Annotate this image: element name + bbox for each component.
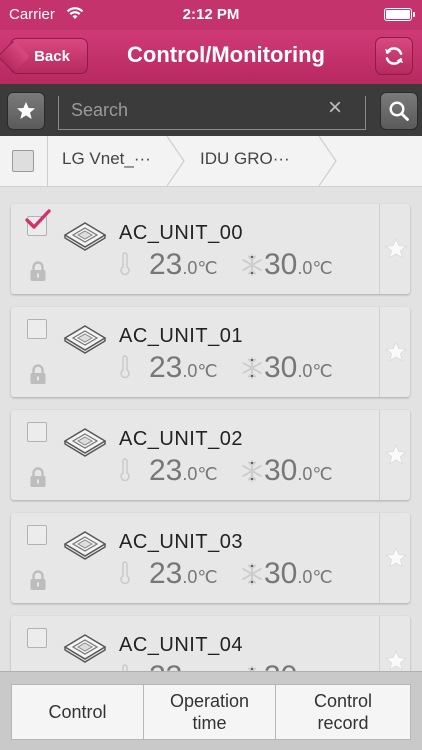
thermometer-icon — [120, 252, 130, 276]
chevron-right-icon — [166, 136, 185, 186]
favorites-button[interactable] — [7, 92, 45, 130]
unit-checkbox[interactable] — [27, 628, 47, 648]
favorite-star-icon[interactable] — [385, 238, 407, 260]
favorite-star-icon[interactable] — [385, 341, 407, 363]
card-divider — [379, 307, 380, 397]
unit-list: AC_UNIT_00 23.0℃ 30.0℃ AC_UNIT_01 23.0℃ 30.0℃… — [0, 187, 422, 671]
card-divider — [379, 410, 380, 500]
thermometer-icon — [120, 561, 130, 585]
breadcrumb-divider — [47, 136, 48, 186]
select-all-checkbox[interactable] — [12, 150, 34, 172]
control-record-button[interactable]: Control record — [275, 684, 411, 740]
unit-checkbox[interactable] — [27, 422, 47, 442]
unit-checkbox[interactable] — [27, 319, 47, 339]
clock: 2:12 PM — [182, 6, 240, 23]
current-temperature: 23.0℃ — [149, 454, 218, 487]
checkmark-icon — [25, 209, 51, 229]
operation-time-button[interactable]: Operation time — [143, 684, 276, 740]
chevron-right-icon — [318, 136, 337, 186]
cassette-ac-icon — [63, 222, 107, 251]
status-bar: Carrier 2:12 PM — [0, 0, 422, 30]
snowflake-icon — [242, 460, 262, 482]
unit-name: AC_UNIT_01 — [119, 325, 243, 347]
unit-card[interactable]: AC_UNIT_00 23.0℃ 30.0℃ — [11, 204, 410, 294]
thermometer-icon — [122, 664, 128, 671]
refresh-button[interactable] — [375, 37, 413, 75]
page-title: Control/Monitoring — [127, 42, 325, 67]
lock-icon — [30, 364, 46, 384]
clear-search-button[interactable]: × — [328, 96, 342, 120]
unit-name: AC_UNIT_04 — [119, 634, 243, 656]
set-temperature: 30.0℃ — [264, 454, 333, 487]
unit-card[interactable]: AC_UNIT_01 23.0℃ 30.0℃ — [11, 307, 410, 397]
cassette-ac-icon — [63, 428, 107, 457]
breadcrumb-item-group[interactable]: IDU GRO··· — [200, 149, 290, 169]
current-temperature: 23.0℃ — [149, 351, 218, 384]
set-temperature: 30.0℃ — [264, 660, 333, 671]
lock-icon — [30, 467, 46, 487]
search-icon — [389, 101, 409, 121]
lock-icon — [30, 570, 46, 590]
card-divider — [379, 513, 380, 603]
navigation-bar: Back Control/Monitoring — [0, 30, 422, 84]
set-temperature: 30.0℃ — [264, 351, 333, 384]
current-temperature: 23.0℃ — [149, 248, 218, 281]
favorite-star-icon[interactable] — [385, 547, 407, 569]
current-temperature: 23.0℃ — [149, 557, 218, 590]
search-button[interactable] — [380, 92, 418, 130]
bottom-tab-bar: Control Operation time Control record — [0, 671, 422, 750]
unit-card[interactable]: AC_UNIT_02 23.0℃ 30.0℃ — [11, 410, 410, 500]
snowflake-icon — [242, 563, 262, 585]
control-record-label: Control record — [313, 691, 373, 733]
unit-name: AC_UNIT_02 — [119, 428, 243, 450]
set-temperature: 30.0℃ — [264, 557, 333, 590]
refresh-icon — [385, 47, 403, 65]
back-button[interactable]: Back — [10, 38, 88, 74]
cassette-ac-icon — [63, 325, 107, 354]
operation-time-label: Operation time — [169, 691, 250, 733]
snowflake-icon — [242, 254, 262, 276]
search-input[interactable] — [58, 96, 366, 130]
unit-card[interactable]: AC_UNIT_03 23.0℃ 30.0℃ — [11, 513, 410, 603]
unit-checkbox[interactable] — [27, 525, 47, 545]
back-button-label: Back — [34, 47, 70, 65]
unit-card[interactable]: AC_UNIT_04 23.0℃ 30.0℃ — [11, 616, 410, 671]
cassette-ac-icon — [63, 634, 107, 663]
breadcrumb: LG Vnet_··· IDU GRO··· — [0, 136, 422, 187]
unit-name: AC_UNIT_03 — [119, 531, 243, 553]
thermometer-icon — [120, 458, 130, 482]
lock-icon — [30, 261, 46, 281]
control-button[interactable]: Control — [11, 684, 144, 740]
search-bar — [0, 84, 422, 136]
favorite-star-icon[interactable] — [385, 444, 407, 466]
star-icon — [17, 102, 35, 119]
breadcrumb-item-site[interactable]: LG Vnet_··· — [62, 149, 151, 169]
thermometer-icon — [120, 355, 130, 379]
current-temperature: 23.0℃ — [149, 660, 218, 671]
battery-icon — [384, 8, 415, 21]
unit-name: AC_UNIT_00 — [119, 222, 243, 244]
snowflake-icon — [242, 357, 262, 379]
cassette-ac-icon — [63, 531, 107, 560]
control-button-label: Control — [48, 702, 107, 722]
favorite-star-icon[interactable] — [385, 650, 407, 671]
card-divider — [379, 616, 380, 671]
set-temperature: 30.0℃ — [264, 248, 333, 281]
card-divider — [379, 204, 380, 294]
